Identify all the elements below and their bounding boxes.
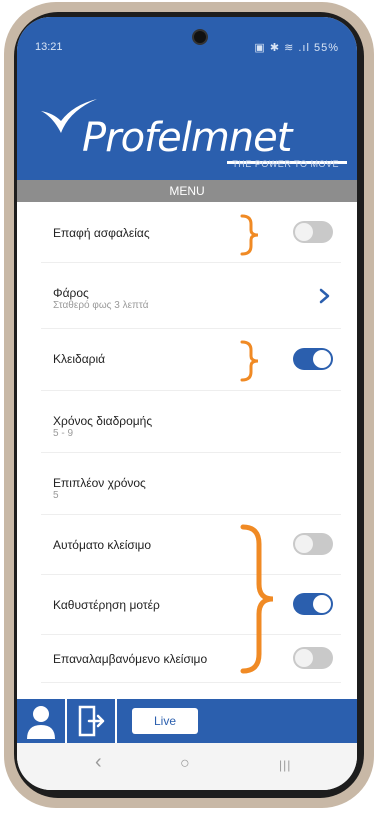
back-icon[interactable]: ‹ [95,751,102,774]
item-label: Αυτόματο κλείσιμο [53,538,152,552]
list-item-auto-close[interactable]: Αυτόματο κλείσιμο [41,514,341,575]
toggle-knob [313,350,331,368]
user-button[interactable] [17,699,67,743]
item-label: Χρόνος διαδρομής [53,414,153,428]
settings-list: Επαφή ασφαλείας Φάρος Σταθερό φως 3 λεπτ… [17,202,357,683]
list-item-repeat-close[interactable]: Επαναλαμβανόμενο κλείσιμο [41,634,341,683]
app-screen: 13:21 ▣ ✱ ≋ .ıl 55% Profelmnet THE POWER… [17,17,357,790]
exit-door-icon [78,705,105,737]
list-item-extra-time[interactable]: Επιπλέον χρόνος 5 [41,452,341,515]
toggle-knob [295,535,313,553]
app-header: 13:21 ▣ ✱ ≋ .ıl 55% Profelmnet THE POWER… [17,17,357,180]
toggle-knob [313,595,331,613]
logo-wordmark: Profelmnet [82,115,292,161]
brand-logo: Profelmnet THE POWER TO MOVE [17,87,357,175]
status-time: 13:21 [35,41,63,53]
list-item-motor-delay[interactable]: Καθυστέρηση μοτέρ [41,574,341,635]
item-sub-value: 5 [53,490,59,501]
recents-icon[interactable]: ||| [279,758,291,772]
system-nav-bar: ‹ ○ ||| [17,743,357,790]
toggle-knob [295,223,313,241]
item-label: Κλειδαριά [53,352,106,366]
live-button[interactable]: Live [132,708,198,734]
list-item-travel-time[interactable]: Χρόνος διαδρομής 5 - 9 [41,390,341,453]
list-item-lock[interactable]: Κλειδαριά [41,328,341,391]
motor-delay-toggle[interactable] [293,593,333,615]
safety-contact-toggle[interactable] [293,221,333,243]
chevron-right-icon [319,288,330,304]
front-camera [192,29,208,45]
auto-close-toggle[interactable] [293,533,333,555]
status-bar: 13:21 ▣ ✱ ≋ .ıl 55% [17,39,357,57]
lock-toggle[interactable] [293,348,333,370]
annotation-brace-large [240,524,274,674]
user-icon [27,706,55,739]
exit-button[interactable] [67,699,117,743]
status-icons: ▣ ✱ ≋ .ıl 55% [254,42,339,54]
annotation-brace-small [240,214,259,256]
item-label: Επαναλαμβανόμενο κλείσιμο [53,652,208,666]
item-label: Επιπλέον χρόνος [53,476,146,490]
phone-frame: 13:21 ▣ ✱ ≋ .ıl 55% Profelmnet THE POWER… [0,0,380,813]
list-item-safety-contact[interactable]: Επαφή ασφαλείας [41,202,341,263]
item-label: Επαφή ασφαλείας [53,226,150,240]
repeat-close-toggle[interactable] [293,647,333,669]
menu-title: MENU [17,180,357,202]
logo-tagline: THE POWER TO MOVE [232,159,339,169]
list-item-beacon[interactable]: Φάρος Σταθερό φως 3 λεπτά [41,262,341,329]
item-label: Καθυστέρηση μοτέρ [53,598,160,612]
item-sub-value: 5 - 9 [53,428,74,439]
item-label: Φάρος [53,286,89,300]
toggle-knob [295,649,313,667]
home-icon[interactable]: ○ [180,755,190,773]
annotation-brace-small [240,340,259,382]
item-sub-value: Σταθερό φως 3 λεπτά [53,300,149,311]
bottom-action-bar: Live [17,699,357,743]
